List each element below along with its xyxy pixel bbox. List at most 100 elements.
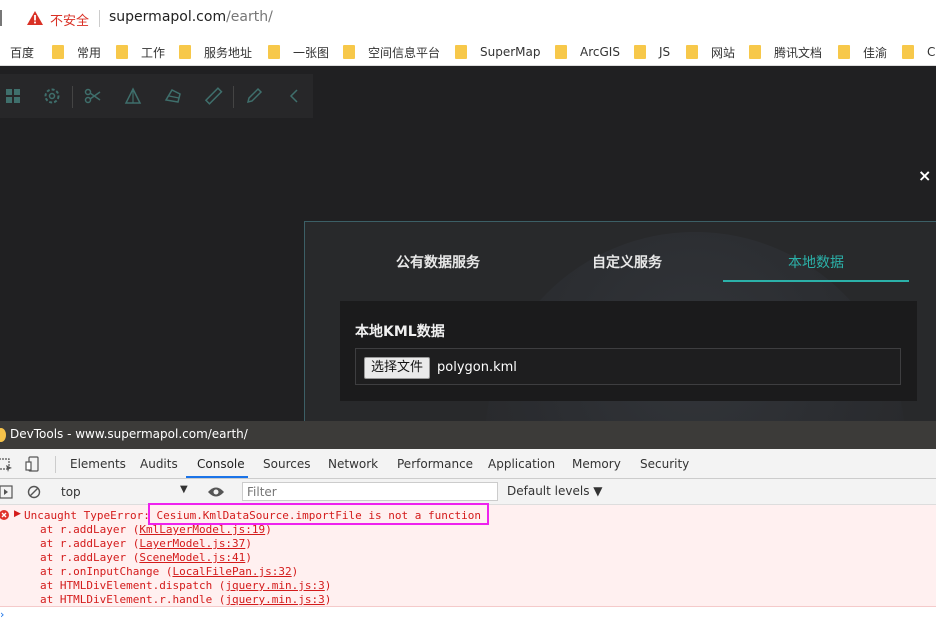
bookmark-label: ArcGIS <box>580 45 620 59</box>
bookmark-item[interactable]: SuperMap <box>455 44 540 60</box>
ruler-icon[interactable] <box>203 86 223 106</box>
bookmark-item[interactable]: 一张图 <box>268 44 329 60</box>
folder-icon <box>686 45 698 59</box>
bookmark-label: SuperMap <box>480 45 541 59</box>
console-filter-input[interactable] <box>242 482 498 501</box>
toolbar-divider <box>233 86 234 108</box>
bookmark-label: 工作 <box>141 45 166 60</box>
layers-icon[interactable] <box>163 86 183 106</box>
bookmark-item[interactable]: Ce <box>902 44 936 60</box>
stack-frame: at r.addLayer (LayerModel.js:37) <box>40 537 252 550</box>
stack-call: at r.addLayer ( <box>40 523 140 536</box>
tab-sources[interactable]: Sources <box>263 457 310 471</box>
warning-icon[interactable] <box>26 10 44 26</box>
folder-icon <box>52 45 64 59</box>
clear-console-icon[interactable] <box>27 485 41 499</box>
stack-call: at r.addLayer ( <box>40 537 140 550</box>
device-toolbar-icon[interactable] <box>24 456 40 472</box>
tab-public-data[interactable]: 公有数据服务 <box>396 252 480 272</box>
url-path: /earth/ <box>226 9 273 25</box>
inspect-icon[interactable] <box>0 457 14 473</box>
source-link[interactable]: jquery.min.js:3 <box>225 593 324 606</box>
url-host: supermapol.com <box>109 9 227 25</box>
devtools-window: DevTools - www.supermapol.com/earth/ Ele… <box>0 421 936 621</box>
bookmark-item[interactable]: 空间信息平台 <box>343 44 440 60</box>
sidebar-toggle-icon[interactable] <box>0 485 13 499</box>
console-prompt-icon[interactable]: › <box>0 608 4 621</box>
folder-icon <box>268 45 280 59</box>
source-link[interactable]: jquery.min.js:3 <box>225 579 324 592</box>
tab-audits[interactable]: Audits <box>140 457 178 471</box>
tab-local-data[interactable]: 本地数据 <box>788 252 844 272</box>
bookmark-item[interactable]: 佳渝 <box>838 44 887 60</box>
bookmark-label: 空间信息平台 <box>368 45 441 60</box>
source-link[interactable]: LayerModel.js:37 <box>139 537 245 550</box>
bookmark-item[interactable]: 百度 <box>10 44 34 60</box>
earth-viewport[interactable]: 公有数据服务 自定义服务 本地数据 本地KML数据 选择文件 polygon.k… <box>0 66 936 421</box>
stack-close: ) <box>324 593 332 606</box>
bookmark-label: 百度 <box>10 45 35 60</box>
folder-icon <box>749 45 761 59</box>
error-icon <box>0 510 9 520</box>
devtools-tabbar: Elements Audits Console Sources Network … <box>0 449 936 479</box>
tab-custom-service[interactable]: 自定义服务 <box>592 252 662 272</box>
bookmark-label: 网站 <box>711 45 736 60</box>
close-icon[interactable]: × <box>918 166 931 185</box>
file-input[interactable]: 选择文件 polygon.kml <box>355 348 901 385</box>
selected-file-name: polygon.kml <box>437 360 517 375</box>
stack-close: ) <box>245 537 252 550</box>
context-select[interactable]: top ▼ <box>56 481 194 502</box>
tab-console[interactable]: Console <box>197 457 245 471</box>
tab-application[interactable]: Application <box>488 457 555 471</box>
bookmark-item[interactable]: ArcGIS <box>555 44 620 60</box>
panel-title: 本地KML数据 <box>355 324 445 340</box>
tab-performance[interactable]: Performance <box>397 457 473 471</box>
terrain-icon[interactable] <box>123 86 143 106</box>
stack-close: ) <box>291 565 299 578</box>
bookmark-item[interactable]: 腾讯文档 <box>749 44 822 60</box>
stack-call: at r.onInputChange ( <box>40 565 173 578</box>
bookmark-label: 腾讯文档 <box>774 45 823 60</box>
context-value: top <box>61 485 81 499</box>
stack-close: ) <box>324 579 332 592</box>
settings-icon[interactable] <box>42 86 62 106</box>
bookmark-label: 一张图 <box>293 45 330 60</box>
grid-icon[interactable] <box>4 86 24 106</box>
scissors-icon[interactable] <box>83 86 103 106</box>
folder-icon <box>116 45 128 59</box>
stack-frame: at HTMLDivElement.r.handle (jquery.min.j… <box>40 593 331 606</box>
bookmark-item[interactable]: 网站 <box>686 44 735 60</box>
bookmark-item[interactable]: 工作 <box>116 44 165 60</box>
expand-arrow-icon[interactable]: ▶ <box>14 509 21 519</box>
bookmark-label: Ce <box>927 45 936 59</box>
url-text[interactable]: supermapol.com/earth/ <box>109 9 273 25</box>
security-label[interactable]: 不安全 <box>50 10 89 29</box>
bookmark-label: 常用 <box>77 45 102 60</box>
tab-elements[interactable]: Elements <box>70 457 126 471</box>
bookmark-label: 佳渝 <box>863 45 888 60</box>
choose-file-button[interactable]: 选择文件 <box>364 357 431 379</box>
eye-icon[interactable] <box>207 485 225 499</box>
collapse-icon[interactable] <box>284 86 304 106</box>
dropdown-arrow-icon: ▼ <box>180 484 188 495</box>
pencil-icon[interactable] <box>244 86 264 106</box>
back-edge <box>0 10 4 26</box>
active-devtools-tab-indicator <box>186 476 248 478</box>
log-levels-select[interactable]: Default levels ▼ <box>507 484 603 498</box>
bookmark-item[interactable]: 常用 <box>52 44 101 60</box>
bookmark-item[interactable]: JS <box>634 44 670 60</box>
tab-memory[interactable]: Memory <box>572 457 621 471</box>
devtools-title: DevTools - www.supermapol.com/earth/ <box>10 427 248 441</box>
tab-security[interactable]: Security <box>640 457 689 471</box>
bookmark-label: 服务地址 <box>204 45 253 60</box>
stack-frame: at r.addLayer (SceneModel.js:41) <box>40 551 252 564</box>
source-link[interactable]: LocalFilePan.js:32 <box>172 565 291 578</box>
address-bar[interactable]: 不安全 supermapol.com/earth/ <box>0 0 936 38</box>
bookmark-item[interactable]: 服务地址 <box>179 44 252 60</box>
tab-network[interactable]: Network <box>328 457 378 471</box>
folder-icon <box>555 45 567 59</box>
error-highlight-box <box>148 503 489 525</box>
address-divider <box>99 10 100 27</box>
bookmarks-bar: 百度 常用 工作 服务地址 一张图 空间信息平台 SuperMap ArcGIS… <box>0 38 936 66</box>
source-link[interactable]: SceneModel.js:41 <box>139 551 245 564</box>
